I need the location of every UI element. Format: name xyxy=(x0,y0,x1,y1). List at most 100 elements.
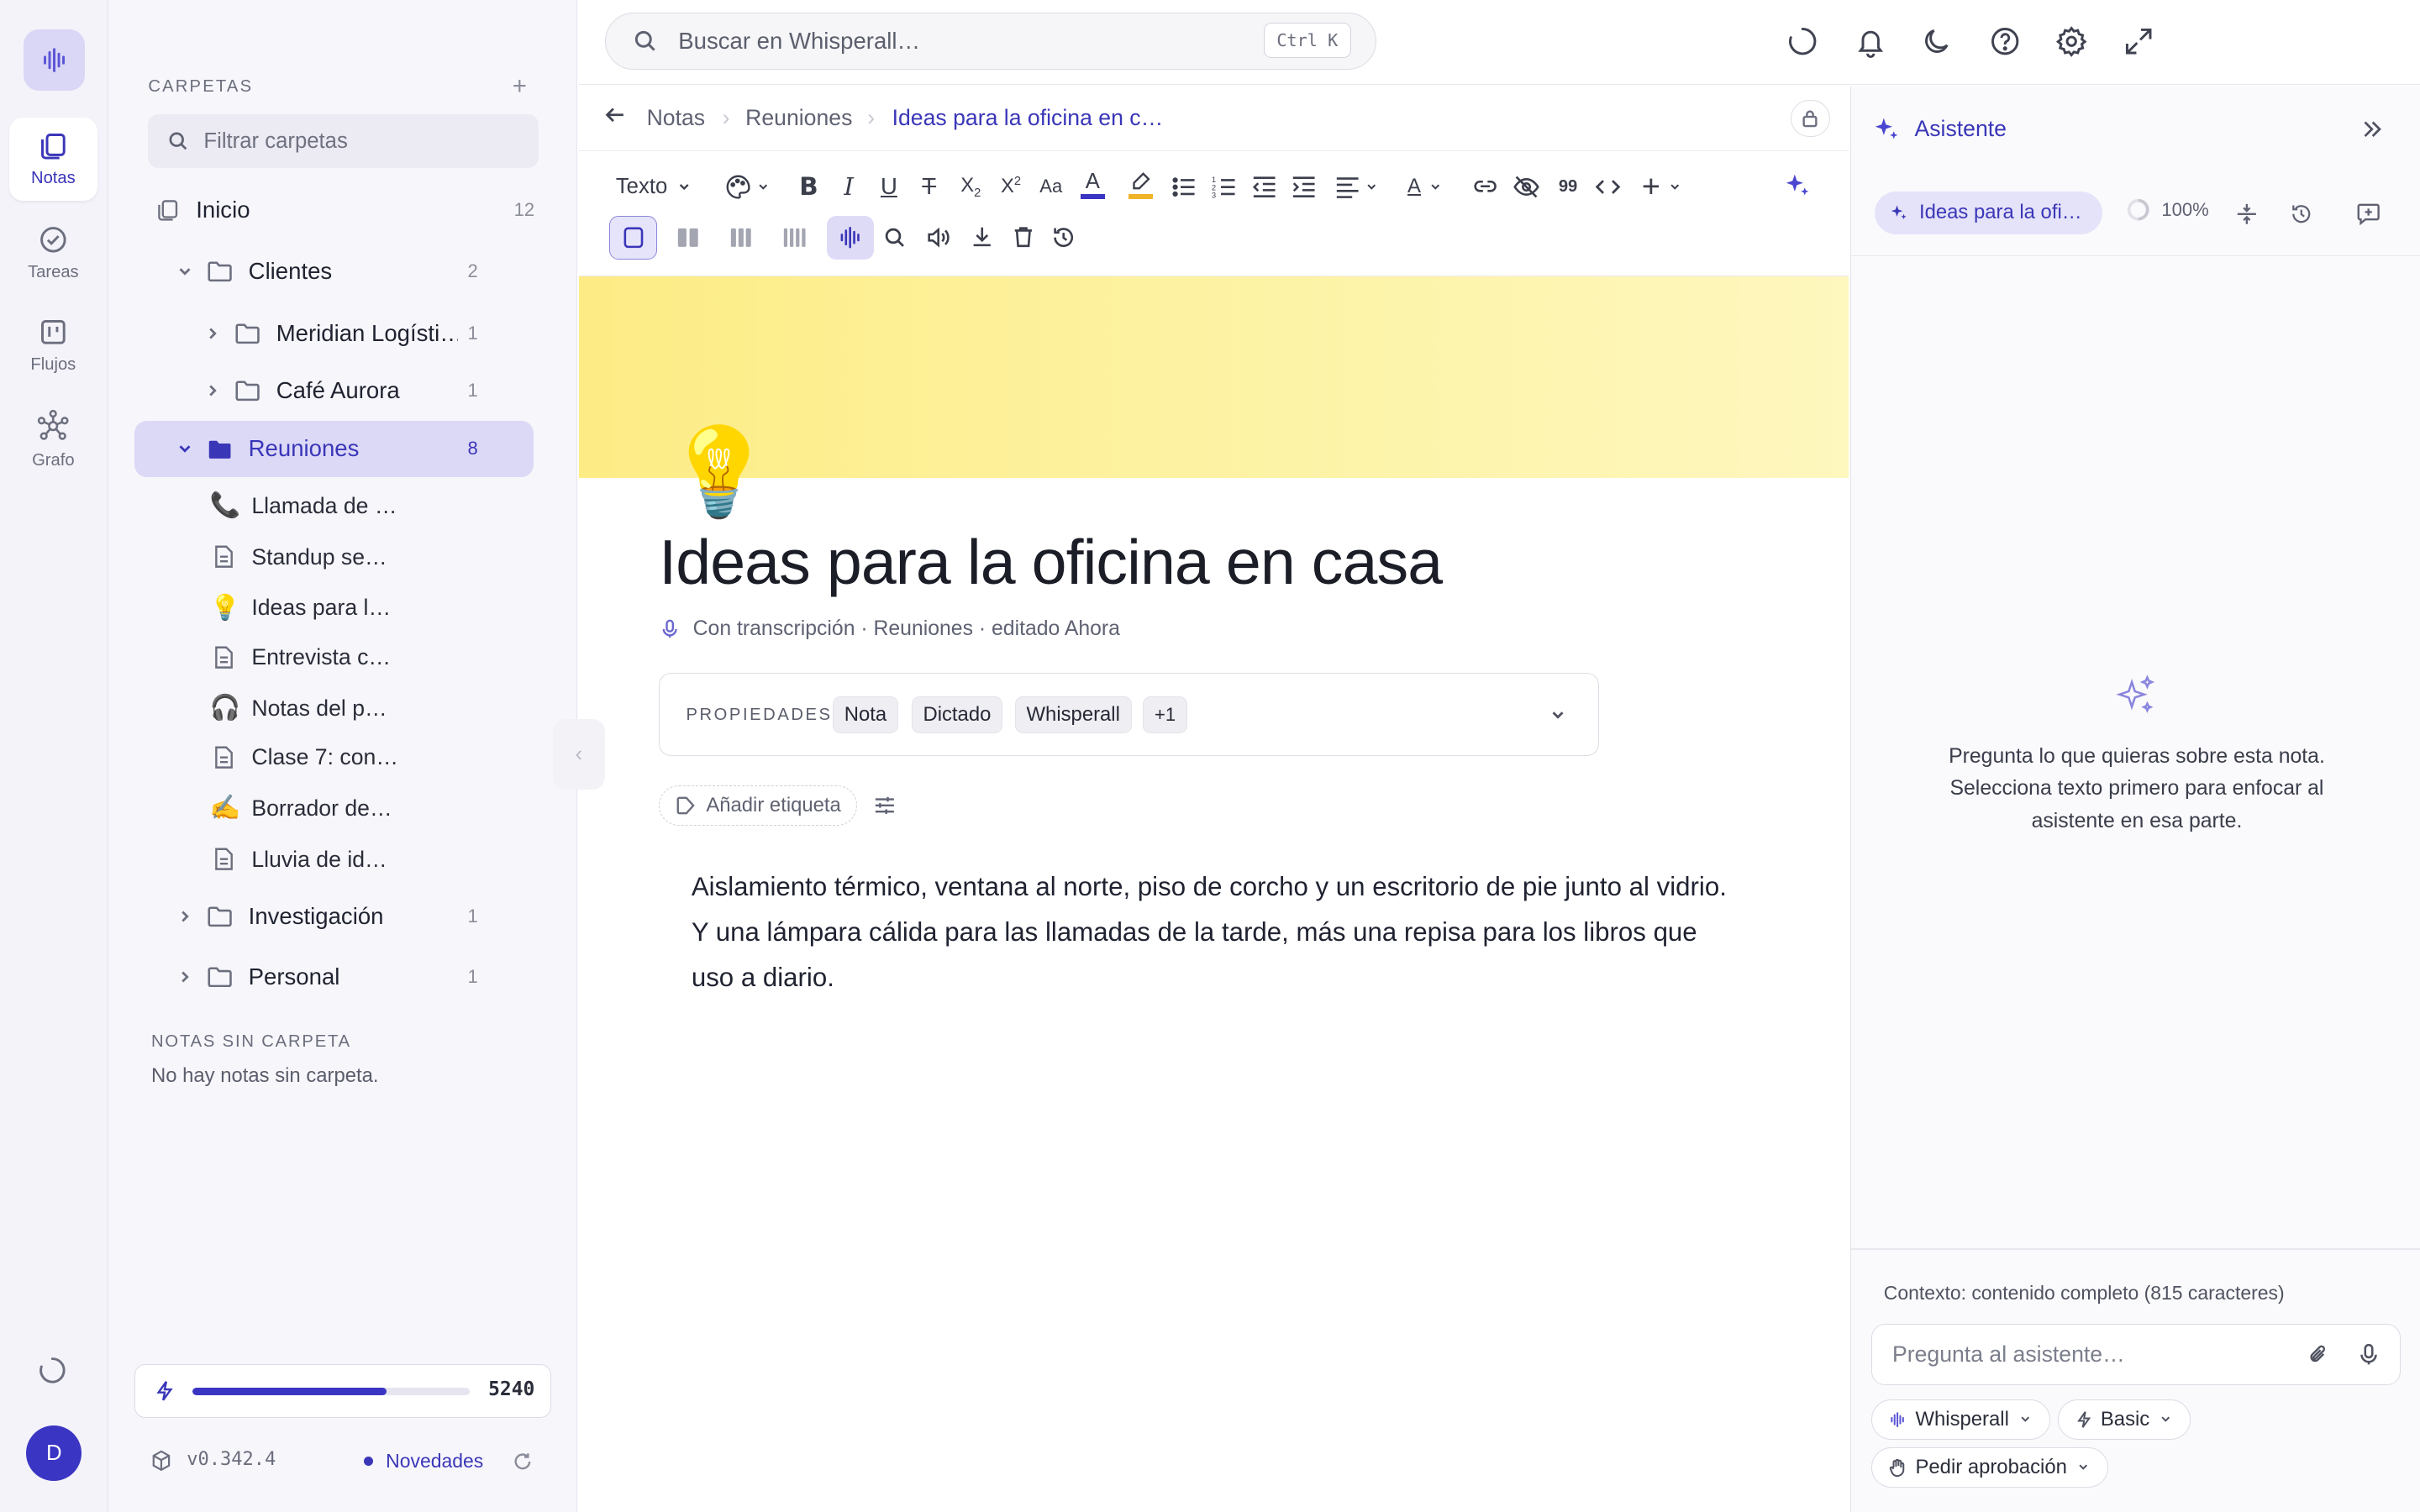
tree-folder-personal[interactable]: Personal 1 xyxy=(176,949,539,1005)
approval-select[interactable]: Pedir aprobación xyxy=(1871,1446,2108,1488)
moon-icon[interactable] xyxy=(1920,24,1954,58)
folder-filter[interactable] xyxy=(148,113,539,169)
strikethrough-button[interactable]: T xyxy=(913,168,944,205)
sliders-icon[interactable] xyxy=(874,795,896,816)
history-icon[interactable] xyxy=(2290,202,2313,226)
news-link[interactable]: Novedades xyxy=(364,1450,483,1473)
text-color-button[interactable]: A xyxy=(1076,165,1109,206)
indent-icon[interactable] xyxy=(1292,175,1316,199)
property-chip[interactable]: Dictado xyxy=(911,696,1003,734)
download-icon[interactable] xyxy=(971,225,994,249)
superscript-button[interactable]: X2 xyxy=(996,168,1027,205)
layout-four-button[interactable] xyxy=(775,216,815,259)
speaker-icon[interactable] xyxy=(926,225,950,249)
new-chat-icon[interactable] xyxy=(2356,202,2381,226)
model-select[interactable]: Whisperall xyxy=(1871,1399,2050,1440)
eye-off-icon[interactable] xyxy=(1512,173,1540,201)
history-icon[interactable] xyxy=(1051,225,1076,249)
rail-item-notas[interactable]: Notas xyxy=(9,117,97,201)
rail-item-grafo[interactable]: Grafo xyxy=(9,398,97,481)
global-search-input[interactable] xyxy=(678,27,1234,55)
avatar[interactable]: D xyxy=(26,1425,82,1482)
expand-icon[interactable] xyxy=(2122,24,2155,58)
italic-button[interactable]: I xyxy=(834,168,865,205)
code-icon[interactable] xyxy=(1594,173,1622,201)
tree-home[interactable]: Inicio 12 xyxy=(148,182,540,238)
search-icon[interactable] xyxy=(884,227,906,249)
rail-item-tareas[interactable]: Tareas xyxy=(9,212,97,295)
app-logo[interactable] xyxy=(23,29,85,92)
note-item[interactable]: Standup se… xyxy=(210,533,387,580)
font-case-button[interactable]: Aa xyxy=(1035,168,1066,205)
dictation-button[interactable] xyxy=(827,216,874,260)
chevron-down-icon xyxy=(2021,1416,2030,1423)
color-palette-button[interactable] xyxy=(725,168,770,205)
trash-icon[interactable] xyxy=(1013,225,1034,249)
collapse-right-icon[interactable] xyxy=(2360,118,2384,141)
note-body[interactable]: Aislamiento térmico, ventana al norte, p… xyxy=(692,864,1741,1001)
property-more-chip[interactable]: +1 xyxy=(1143,696,1187,734)
rail-item-flujos[interactable]: Flujos xyxy=(9,304,97,387)
credits-meter[interactable]: 5240 xyxy=(134,1363,551,1418)
note-emoji: ✍️ xyxy=(209,794,241,822)
global-search[interactable]: Ctrl K xyxy=(604,12,1377,70)
chevron-down-icon[interactable] xyxy=(1549,706,1567,724)
note-item[interactable]: Entrevista c… xyxy=(210,634,391,680)
tree-folder-investigacion[interactable]: Investigación 1 xyxy=(176,889,539,944)
note-item[interactable]: 🎧 Notas del p… xyxy=(210,685,387,731)
loading-icon[interactable] xyxy=(1786,24,1819,58)
text-style-select[interactable]: Texto xyxy=(616,168,692,205)
bell-icon[interactable] xyxy=(1854,24,1887,59)
insert-button[interactable] xyxy=(1640,168,1682,205)
assistant-input-box[interactable] xyxy=(1871,1323,2402,1386)
page-title[interactable]: Ideas para la oficina en casa xyxy=(659,526,1443,598)
add-folder-button[interactable]: + xyxy=(513,72,527,101)
assistant-input[interactable] xyxy=(1891,1341,2279,1368)
align-button[interactable] xyxy=(1335,175,1378,199)
bullet-list-icon[interactable] xyxy=(1171,175,1196,199)
refresh-icon[interactable] xyxy=(513,1452,533,1472)
font-size-button[interactable]: A xyxy=(1407,168,1443,205)
note-item[interactable]: ✍️ Borrador de… xyxy=(210,785,392,832)
ai-sparkle-icon[interactable] xyxy=(1784,171,1812,199)
folder-filter-input[interactable] xyxy=(203,129,513,154)
numbered-list-icon[interactable]: 123 xyxy=(1212,175,1236,199)
sidebar-collapse-tab[interactable]: ‹ xyxy=(552,718,605,790)
bold-button[interactable]: B xyxy=(793,168,824,205)
layout-single-button[interactable] xyxy=(609,216,658,260)
outdent-icon[interactable] xyxy=(1252,175,1276,199)
breadcrumb-notas[interactable]: Notas xyxy=(647,105,706,131)
back-arrow-icon[interactable] xyxy=(603,103,627,127)
property-chip[interactable]: Nota xyxy=(832,696,899,734)
subscript-button[interactable]: X2 xyxy=(955,168,986,205)
add-tag-button[interactable]: Añadir etiqueta xyxy=(659,785,858,826)
link-icon[interactable] xyxy=(1472,175,1498,201)
highlight-button[interactable] xyxy=(1123,165,1157,206)
note-item[interactable]: Clase 7: con… xyxy=(210,734,398,780)
breadcrumb-reuniones[interactable]: Reuniones xyxy=(745,105,852,131)
help-icon[interactable] xyxy=(1988,24,2022,58)
note-item[interactable]: Lluvia de id… xyxy=(210,836,387,882)
layout-two-button[interactable] xyxy=(668,216,708,259)
tree-folder-reuniones[interactable]: Reuniones 8 xyxy=(134,421,534,477)
compress-icon[interactable] xyxy=(2236,202,2258,226)
tree-folder-meridian[interactable]: Meridian Logísti… 1 xyxy=(203,306,539,361)
assistant-context-chip[interactable]: Ideas para la ofi… xyxy=(1874,191,2102,235)
underline-button[interactable]: U xyxy=(874,168,905,205)
mode-select[interactable]: Basic xyxy=(2058,1399,2191,1440)
assistant-title: Asistente xyxy=(1914,115,2007,141)
note-item[interactable]: 💡 Ideas para l… xyxy=(210,585,391,631)
properties-panel[interactable]: PROPIEDADES Nota Dictado Whisperall +1 xyxy=(659,672,1599,756)
tree-folder-clientes[interactable]: Clientes 2 xyxy=(176,244,539,299)
loading-icon xyxy=(39,1357,66,1383)
microphone-icon[interactable] xyxy=(2360,1343,2378,1367)
settings-icon[interactable] xyxy=(2054,24,2088,58)
note-item[interactable]: 📞 Llamada de … xyxy=(210,483,397,529)
page-emoji[interactable]: 💡 xyxy=(666,428,773,516)
tree-folder-cafe-aurora[interactable]: Café Aurora 1 xyxy=(203,363,539,418)
attach-icon[interactable] xyxy=(2307,1343,2329,1367)
layout-three-button[interactable] xyxy=(721,216,761,259)
quote-button[interactable]: 99 xyxy=(1555,168,1580,205)
property-chip[interactable]: Whisperall xyxy=(1014,696,1132,734)
lock-button[interactable] xyxy=(1790,100,1831,138)
